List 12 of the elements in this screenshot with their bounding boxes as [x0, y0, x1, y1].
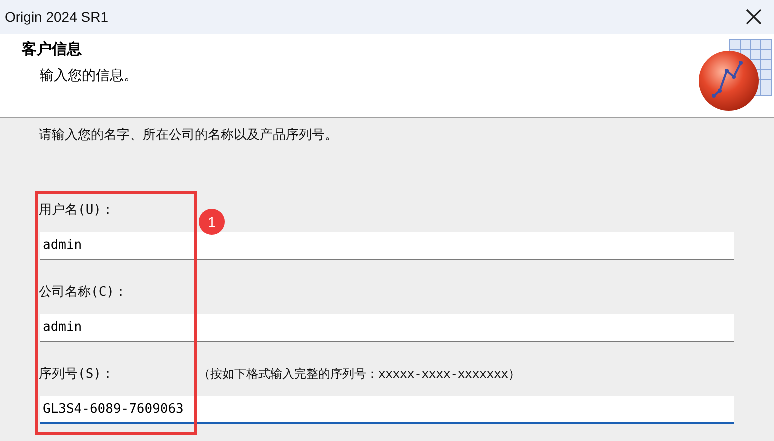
input-field[interactable]: admin [40, 232, 734, 260]
step-badge: 1 [199, 209, 225, 235]
input-field[interactable]: GL3S4-6089-7609063 [40, 396, 734, 424]
page-title: 客户信息 [22, 40, 83, 59]
page-subtitle: 输入您的信息。 [39, 67, 138, 85]
instruction-text: 请输入您的名字、所在公司的名称以及产品序列号。 [39, 127, 339, 144]
window-title: Origin 2024 SR1 [5, 9, 109, 25]
field-label: 序列号(S)： [39, 366, 114, 383]
field-label: 用户名(U)： [39, 202, 114, 219]
format-hint: （按如下格式输入完整的序列号：xxxxx-xxxx-xxxxxxx） [198, 366, 521, 382]
field-label: 公司名称(C)： [39, 284, 128, 301]
input-field[interactable]: admin [40, 314, 734, 342]
